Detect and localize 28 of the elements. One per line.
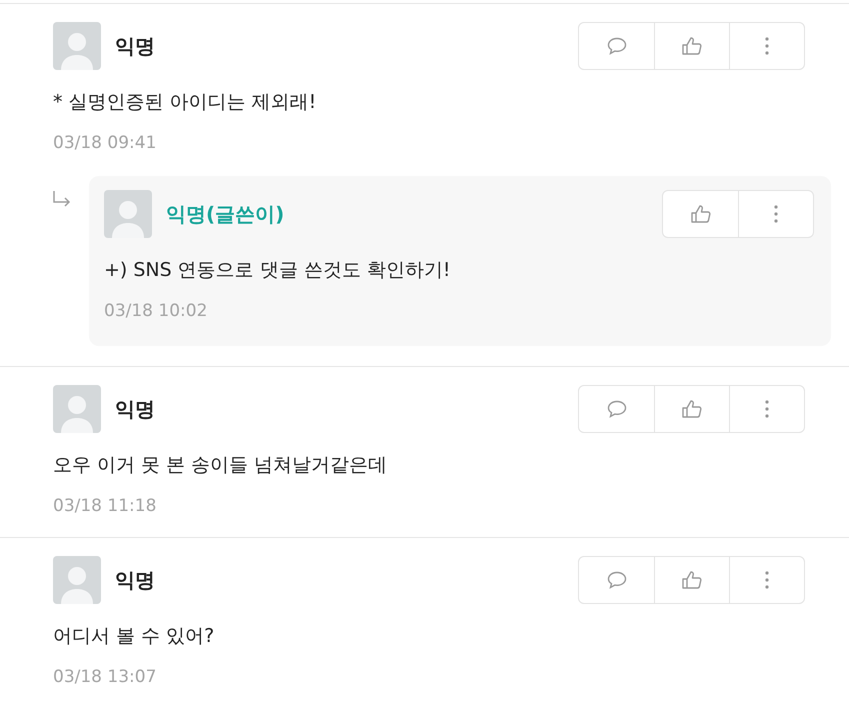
more-icon [774,205,778,223]
avatar-icon [104,190,152,238]
comment-text: +) SNS 연동으로 댓글 쓴것도 확인하기! [104,258,452,283]
avatar-icon [53,22,101,70]
more-icon [765,400,769,418]
comment-text: 오우 이거 못 본 송이들 넘쳐날거같은데 [53,453,388,478]
thumbs-up-icon [681,570,703,590]
author-name: 익명 [115,33,155,60]
author-name: 익명(글쓴이) [166,201,284,228]
comment-text: * 실명인증된 아이디는 제외래! [53,90,318,115]
more-icon [765,37,769,55]
timestamp: 03/18 11:18 [53,494,158,518]
avatar-icon [53,556,101,604]
comment-text: 어디서 볼 수 있어? [53,624,216,649]
speech-bubble-icon [606,571,626,589]
avatar-icon [53,385,101,433]
timestamp: 03/18 13:07 [53,666,158,688]
more-icon [765,571,769,589]
author-name: 익명 [115,396,155,423]
thumbs-up-icon [681,36,703,56]
timestamp: 03/18 10:02 [104,300,208,322]
speech-bubble-icon [606,37,626,55]
thumbs-up-icon [681,399,703,419]
thumbs-up-icon [690,204,712,224]
timestamp: 03/18 09:41 [53,132,158,154]
author-name: 익명 [115,567,155,594]
speech-bubble-icon [606,400,626,418]
reply-arrow-icon [52,190,72,208]
